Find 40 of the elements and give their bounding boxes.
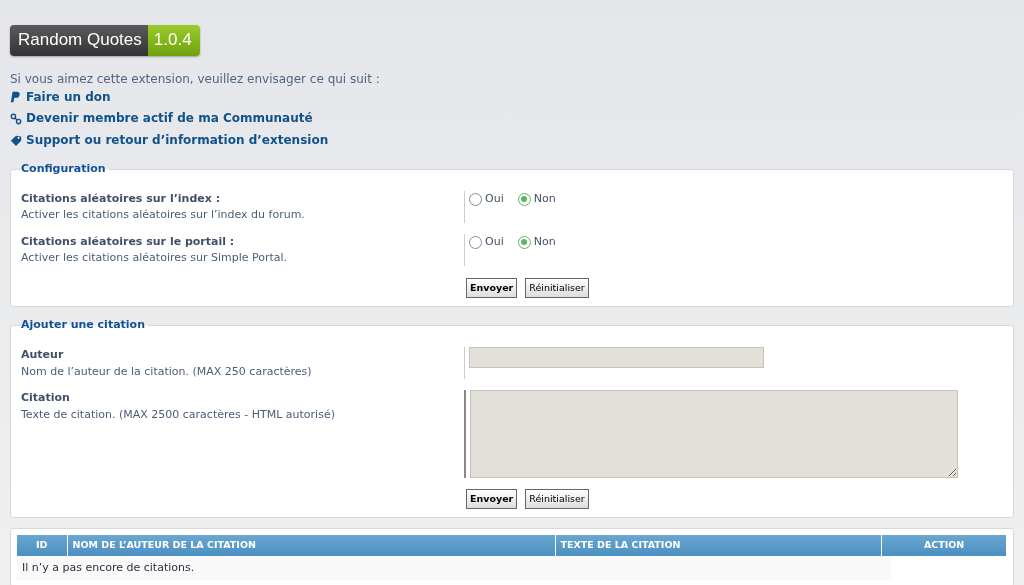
radio-button[interactable] [469, 235, 482, 249]
field-label: Citation [21, 391, 70, 404]
reset-button[interactable]: Réinitialiser [525, 277, 589, 298]
column-header: ACTION [882, 535, 1007, 556]
option-label: Oui [485, 233, 504, 250]
submit-button[interactable]: Envoyer [466, 489, 518, 510]
extension-link[interactable]: Support ou retour d’information d’extension [10, 131, 329, 150]
radio-button[interactable] [469, 192, 482, 206]
setting-description: Activer les citations aléatoires sur l’index du forum. [21, 207, 306, 224]
setting-label: Citations aléatoires sur le portail : [21, 234, 235, 248]
paypal-icon [10, 89, 22, 104]
radio-button[interactable] [517, 235, 531, 249]
extension-link[interactable]: Faire un don [10, 87, 111, 106]
empty-message: Il n’y a pas encore de citations. [17, 555, 891, 580]
intro-text: Si vous aimez cette extension, veuillez envisager ce qui suit : [10, 70, 381, 88]
field-description: Nom de l’auteur de la citation. (MAX 250 caractères) [21, 363, 313, 380]
radio-option[interactable]: Oui [469, 190, 504, 208]
radio-button[interactable] [517, 192, 531, 206]
column-header: NOM DE L’AUTEUR DE LA CITATION [67, 535, 556, 556]
field-label: Auteur [21, 348, 64, 361]
version-badge: 1.0.4 [147, 25, 200, 56]
link-icon [10, 111, 22, 126]
radio-option[interactable]: Non [517, 190, 556, 208]
tag-icon [10, 133, 22, 148]
submit-button[interactable]: Envoyer [466, 277, 518, 298]
extension-title: Random Quotes [10, 25, 148, 56]
setting-label: Citations aléatoires sur l’index : [21, 191, 221, 205]
author-input[interactable] [469, 347, 764, 368]
option-label: Non [533, 190, 556, 207]
radio-option[interactable]: Oui [469, 233, 504, 251]
column-header: ID [17, 535, 68, 556]
column-header: TEXTE DE LA CITATION [555, 535, 883, 556]
setting-description: Activer les citations aléatoires sur Simple Portal. [21, 250, 289, 267]
quote-textarea[interactable] [470, 390, 958, 478]
radio-option[interactable]: Non [517, 233, 556, 251]
option-label: Non [533, 233, 556, 250]
extension-link[interactable]: Devenir membre actif de ma Communauté [10, 109, 313, 128]
reset-button[interactable]: Réinitialiser [525, 489, 589, 510]
option-label: Oui [485, 190, 504, 207]
field-description: Texte de citation. (MAX 2500 caractères - HTML autorisé) [21, 406, 336, 423]
